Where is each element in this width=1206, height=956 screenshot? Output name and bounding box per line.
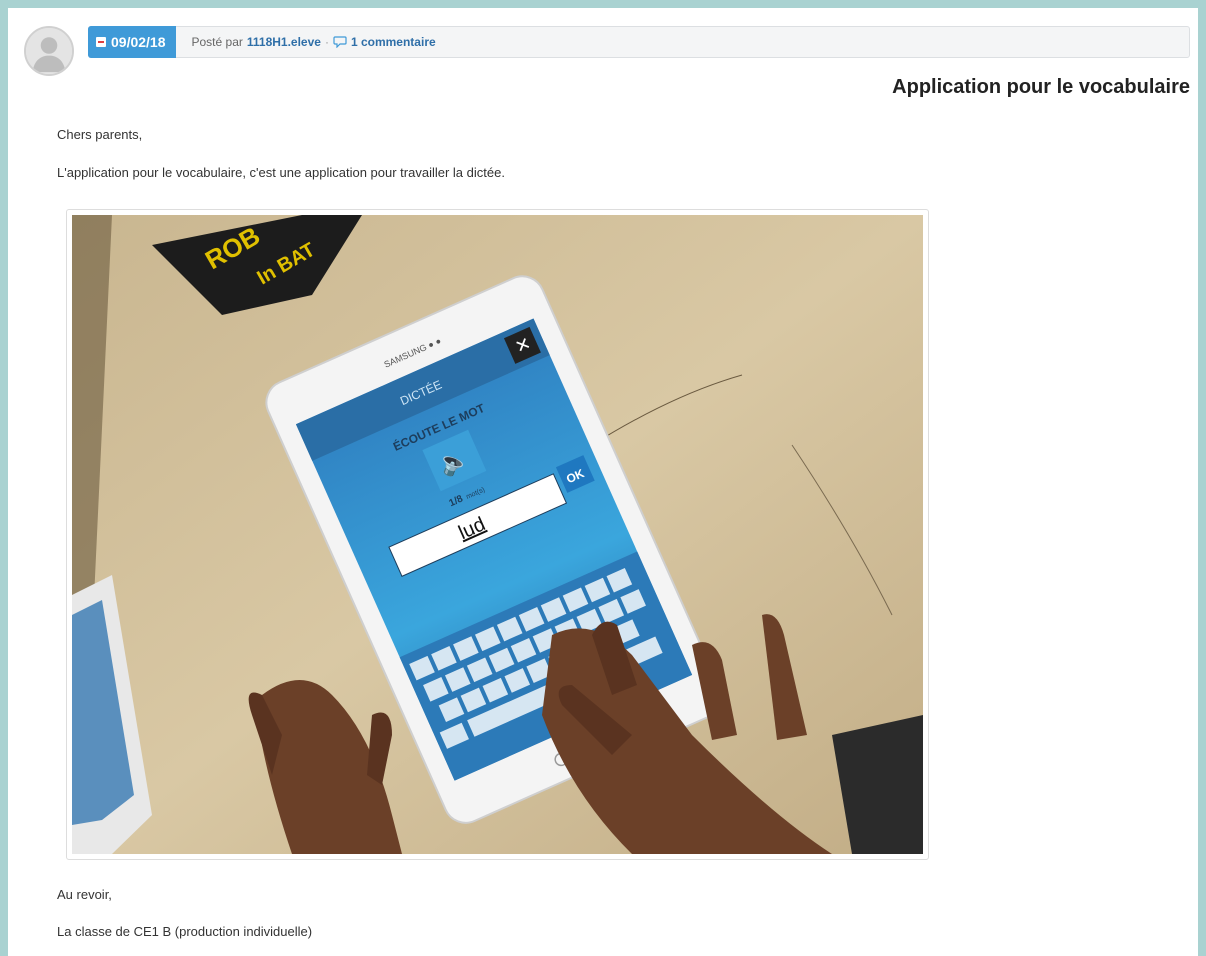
author-link[interactable]: 1118H1.eleve bbox=[247, 35, 321, 49]
post-date: 09/02/18 bbox=[111, 33, 166, 50]
user-silhouette-icon bbox=[26, 28, 72, 74]
signature-text: La classe de CE1 B (production individue… bbox=[57, 924, 313, 939]
post-photo[interactable]: ROB In BAT SAMSUNG ● ● DICTÉE ✕ ÉCOUTE L… bbox=[66, 209, 929, 860]
speech-bubble-icon bbox=[333, 36, 347, 48]
intro-text: L'application pour le vocabulaire, c'est… bbox=[57, 165, 505, 180]
author-avatar[interactable] bbox=[24, 26, 74, 76]
posted-by-label: Posté par bbox=[191, 35, 243, 49]
greeting-text: Chers parents, bbox=[57, 127, 143, 142]
post-title[interactable]: Application pour le vocabulaire bbox=[892, 76, 1190, 99]
calendar-icon bbox=[96, 36, 106, 47]
closing-text: Au revoir, bbox=[57, 887, 112, 902]
meta-separator: · bbox=[324, 35, 329, 49]
tablet-photo: ROB In BAT SAMSUNG ● ● DICTÉE ✕ ÉCOUTE L… bbox=[72, 215, 923, 854]
date-badge: 09/02/18 bbox=[88, 25, 176, 58]
comments-link[interactable]: 1 commentaire bbox=[351, 35, 436, 49]
post-meta-bar: 09/02/18 Posté par 1118H1.eleve · 1 comm… bbox=[88, 25, 1190, 58]
